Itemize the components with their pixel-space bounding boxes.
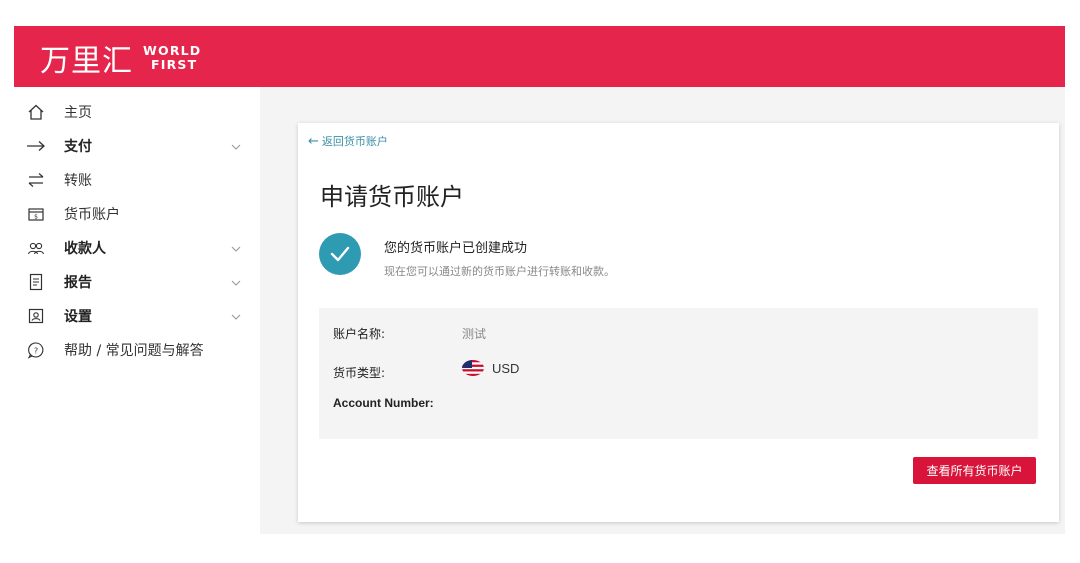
sidebar-item-label: 报告 xyxy=(64,275,92,291)
sidebar-item-label: 帮助 / 常见问题与解答 xyxy=(64,343,204,359)
account-number-label: Account Number: xyxy=(333,396,434,410)
users-icon xyxy=(26,238,46,258)
settings-icon xyxy=(26,306,46,326)
svg-text:$: $ xyxy=(34,214,38,221)
top-header: 万里汇 WORLD FIRST xyxy=(14,26,1065,87)
sidebar-item-label: 支付 xyxy=(64,139,92,155)
view-all-currency-accounts-button[interactable]: 查看所有货币账户 xyxy=(913,457,1036,484)
transfer-icon xyxy=(26,170,46,190)
sidebar-item-settings[interactable]: 设置 xyxy=(14,301,260,331)
account-name-label: 账户名称: xyxy=(333,327,386,341)
app-window: 万里汇 WORLD FIRST 主页 支付 转账 $ 货币账户 收款人 报告 设… xyxy=(14,26,1065,534)
sidebar-item-label: 主页 xyxy=(64,105,92,121)
report-icon xyxy=(26,272,46,292)
currency-type-value: USD xyxy=(462,360,519,376)
arrow-left-icon: ← xyxy=(308,133,319,149)
account-details-panel: 账户名称: 测试 货币类型: USD Account Number: xyxy=(319,308,1038,439)
home-icon xyxy=(26,102,46,122)
chevron-down-icon[interactable] xyxy=(230,140,242,152)
logo-chinese: 万里汇 xyxy=(40,44,133,79)
chevron-down-icon[interactable] xyxy=(230,310,242,322)
logo-en-line2: FIRST xyxy=(151,57,198,72)
currency-type-label: 货币类型: xyxy=(333,366,386,380)
success-subtitle: 现在您可以通过新的货币账户进行转账和收款。 xyxy=(384,265,615,278)
sidebar-item-currency-accounts[interactable]: $ 货币账户 xyxy=(14,199,260,229)
currency-account-card: ← 返回货币账户 申请货币账户 您的货币账户已创建成功 现在您可以通过新的货币账… xyxy=(298,123,1059,522)
svg-text:?: ? xyxy=(34,347,38,356)
sidebar-item-reports[interactable]: 报告 xyxy=(14,267,260,297)
arrow-right-icon xyxy=(26,136,46,156)
chevron-down-icon[interactable] xyxy=(230,276,242,288)
sidebar-item-label: 转账 xyxy=(64,173,92,189)
back-to-currency-accounts-link[interactable]: ← 返回货币账户 xyxy=(308,133,388,149)
checkmark-icon xyxy=(319,233,361,275)
sidebar-item-label: 货币账户 xyxy=(64,207,120,223)
wallet-icon: $ xyxy=(26,204,46,224)
logo-en-line1: WORLD xyxy=(143,43,202,58)
sidebar-item-home[interactable]: 主页 xyxy=(14,97,260,127)
sidebar: 主页 支付 转账 $ 货币账户 收款人 报告 设置 ? 帮助 / 常见问题与解答 xyxy=(14,87,260,534)
sidebar-item-label: 设置 xyxy=(64,309,92,325)
logo-english: WORLD FIRST xyxy=(143,44,201,72)
help-icon: ? xyxy=(26,340,46,360)
sidebar-item-transfer[interactable]: 转账 xyxy=(14,165,260,195)
chevron-down-icon[interactable] xyxy=(230,242,242,254)
page-title: 申请货币账户 xyxy=(320,183,464,211)
back-link-label: 返回货币账户 xyxy=(321,135,388,148)
sidebar-item-payments[interactable]: 支付 xyxy=(14,131,260,161)
worldfirst-logo[interactable]: 万里汇 WORLD FIRST xyxy=(40,36,201,80)
currency-code: USD xyxy=(492,360,520,376)
sidebar-item-help[interactable]: ? 帮助 / 常见问题与解答 xyxy=(14,335,260,365)
sidebar-item-recipients[interactable]: 收款人 xyxy=(14,233,260,263)
success-title: 您的货币账户已创建成功 xyxy=(384,241,528,256)
sidebar-item-label: 收款人 xyxy=(64,241,106,257)
account-name-value: 测试 xyxy=(462,327,487,341)
us-flag-icon xyxy=(462,360,484,376)
